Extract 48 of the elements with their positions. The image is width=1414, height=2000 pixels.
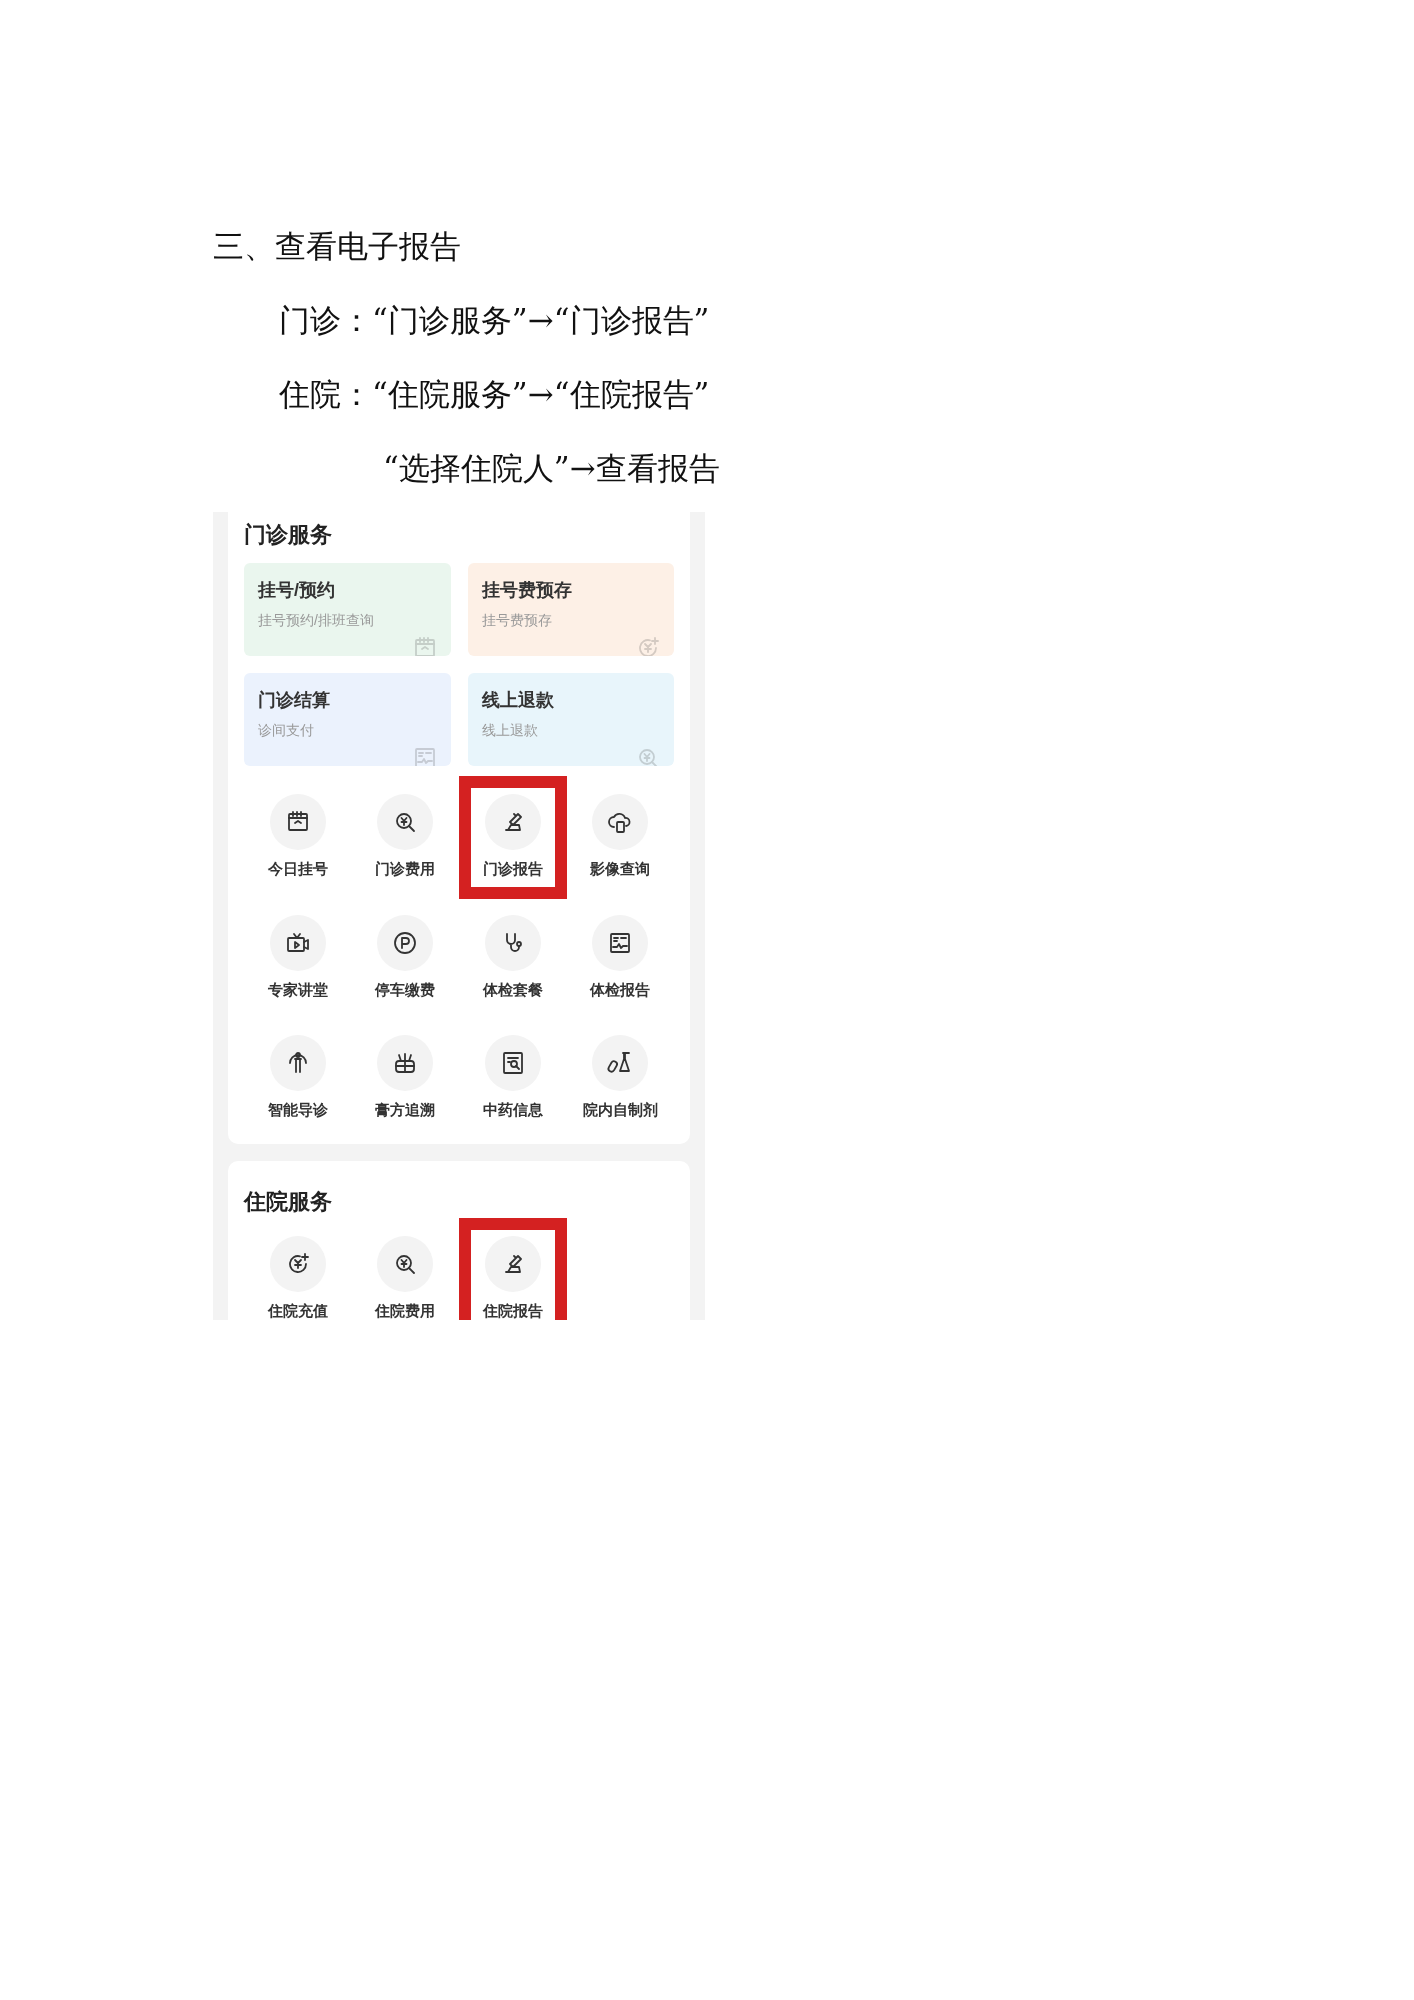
item-label: 门诊报告 bbox=[482, 859, 543, 879]
service-item[interactable]: 今日挂号 bbox=[244, 776, 352, 899]
service-item[interactable]: 体检套餐 bbox=[459, 896, 567, 1019]
item-label: 专家讲堂 bbox=[267, 979, 328, 1000]
item-label: 体检报告 bbox=[590, 979, 651, 1000]
section-title: 门诊服务 bbox=[244, 521, 332, 549]
instruction-line: “选择住院人”→查看报告 bbox=[383, 449, 720, 488]
instruction-line: 门诊：“门诊服务”→“门诊报告” bbox=[279, 301, 710, 340]
service-item[interactable]: 住院费用 bbox=[351, 1217, 459, 1320]
tile-title: 挂号/预约 bbox=[258, 579, 335, 602]
instruction-line: 住院：“住院服务”→“住院报告” bbox=[279, 375, 710, 414]
service-tile[interactable]: 线上退款 线上退款 bbox=[467, 673, 674, 766]
item-label: 停车缴费 bbox=[375, 979, 436, 1000]
tile-title: 挂号费预存 bbox=[481, 579, 572, 602]
tile-title: 门诊结算 bbox=[258, 689, 330, 712]
item-label: 中药信息 bbox=[482, 1100, 543, 1120]
service-tile[interactable]: 门诊结算 诊间支付 bbox=[244, 673, 451, 766]
section-heading: 三、查看电子报告 bbox=[213, 227, 461, 266]
service-item[interactable]: 门诊费用 bbox=[351, 776, 459, 899]
item-label: 住院报告 bbox=[482, 1300, 543, 1320]
service-tile[interactable]: 挂号/预约 挂号预约/排班查询 bbox=[244, 563, 451, 656]
service-item[interactable]: 住院充值 bbox=[244, 1217, 352, 1320]
service-item[interactable]: 门诊报告 bbox=[459, 776, 567, 899]
service-item[interactable]: 影像查询 bbox=[566, 776, 674, 899]
item-label: 住院充值 bbox=[267, 1300, 328, 1320]
section-title: 住院服务 bbox=[244, 1187, 332, 1216]
tile-subtitle: 线上退款 bbox=[481, 721, 538, 740]
service-item[interactable]: 专家讲堂 bbox=[244, 896, 352, 1019]
item-label: 院内自制剂 bbox=[582, 1100, 658, 1120]
tile-subtitle: 挂号预约/排班查询 bbox=[258, 611, 374, 630]
service-item[interactable]: 膏方追溯 bbox=[351, 1017, 459, 1140]
tile-title: 线上退款 bbox=[481, 689, 554, 712]
item-label: 影像查询 bbox=[590, 859, 651, 879]
tile-subtitle: 诊间支付 bbox=[258, 721, 314, 740]
service-tile[interactable]: 挂号费预存 挂号费预存 bbox=[467, 563, 674, 656]
item-label: 膏方追溯 bbox=[375, 1100, 436, 1120]
service-item[interactable]: 体检报告 bbox=[566, 896, 674, 1019]
item-label: 今日挂号 bbox=[267, 859, 328, 879]
tile-subtitle: 挂号费预存 bbox=[481, 611, 552, 630]
service-item[interactable]: 中药信息 bbox=[459, 1017, 567, 1140]
service-item[interactable]: 住院报告 bbox=[459, 1217, 567, 1320]
item-label: 门诊费用 bbox=[375, 859, 436, 879]
service-item[interactable]: 停车缴费 bbox=[351, 896, 459, 1019]
item-label: 住院费用 bbox=[375, 1300, 436, 1320]
item-label: 智能导诊 bbox=[267, 1100, 328, 1120]
service-item[interactable]: 智能导诊 bbox=[244, 1017, 352, 1140]
service-item[interactable]: 院内自制剂 bbox=[566, 1017, 674, 1140]
item-label: 体检套餐 bbox=[482, 979, 543, 1000]
